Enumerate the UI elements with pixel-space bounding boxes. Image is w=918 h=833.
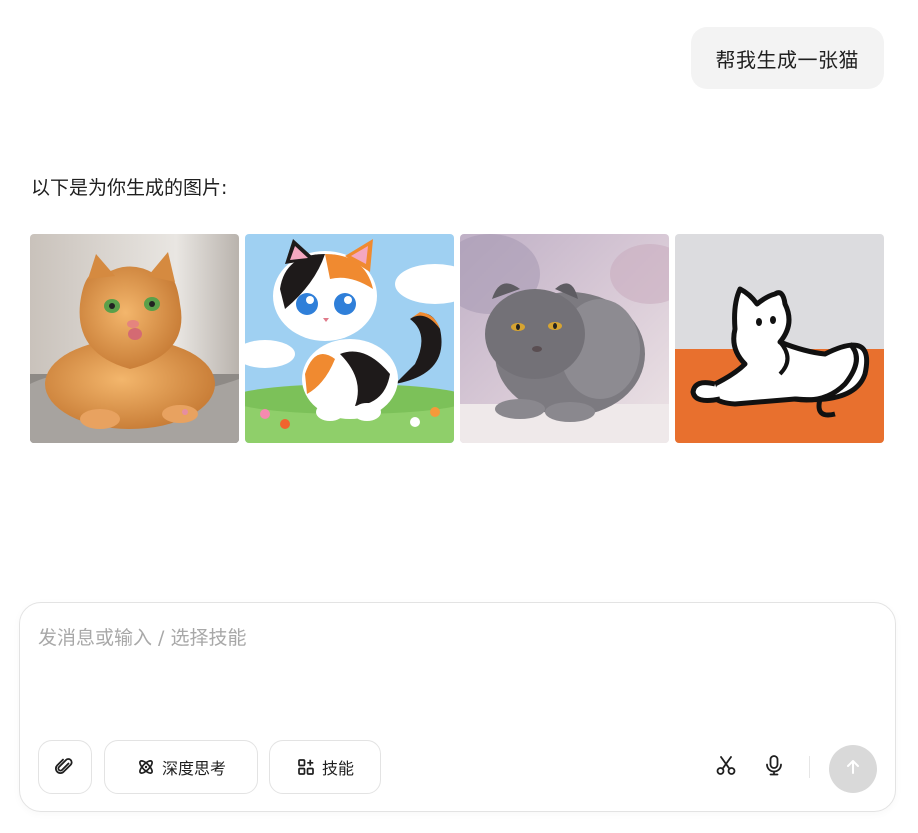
toolbar-divider xyxy=(809,756,810,778)
generated-image-2[interactable] xyxy=(245,234,454,443)
assistant-reply-text: 以下是为你生成的图片: xyxy=(31,177,228,199)
user-message-text: 帮我生成一张猫 xyxy=(715,47,859,72)
attach-button[interactable] xyxy=(38,740,92,794)
paperclip-icon xyxy=(55,757,75,777)
deep-think-label: 深度思考 xyxy=(161,759,226,778)
arrow-up-icon xyxy=(843,757,863,781)
generated-image-1[interactable] xyxy=(30,234,239,443)
generated-image-grid xyxy=(30,234,884,443)
grid-icon xyxy=(296,757,316,777)
grey-scottish-fold-image xyxy=(460,234,669,443)
orange-tabby-cat-image xyxy=(30,234,239,443)
deep-think-button[interactable]: 深度思考 xyxy=(104,740,258,794)
user-message-bubble: 帮我生成一张猫 xyxy=(690,27,884,89)
generated-image-3[interactable] xyxy=(460,234,669,443)
message-input[interactable] xyxy=(38,627,878,649)
scissors-icon xyxy=(714,753,738,781)
skills-label: 技能 xyxy=(321,759,354,778)
generated-image-4[interactable] xyxy=(675,234,884,443)
message-composer: 深度思考 技能 xyxy=(19,602,896,812)
atom-icon xyxy=(136,757,156,777)
calico-kitten-image xyxy=(245,234,454,443)
skills-button[interactable]: 技能 xyxy=(269,740,381,794)
white-cat-line-image xyxy=(675,234,884,443)
send-button[interactable] xyxy=(829,745,877,793)
voice-input-button[interactable] xyxy=(761,754,787,780)
screenshot-button[interactable] xyxy=(713,754,739,780)
microphone-icon xyxy=(762,753,786,781)
